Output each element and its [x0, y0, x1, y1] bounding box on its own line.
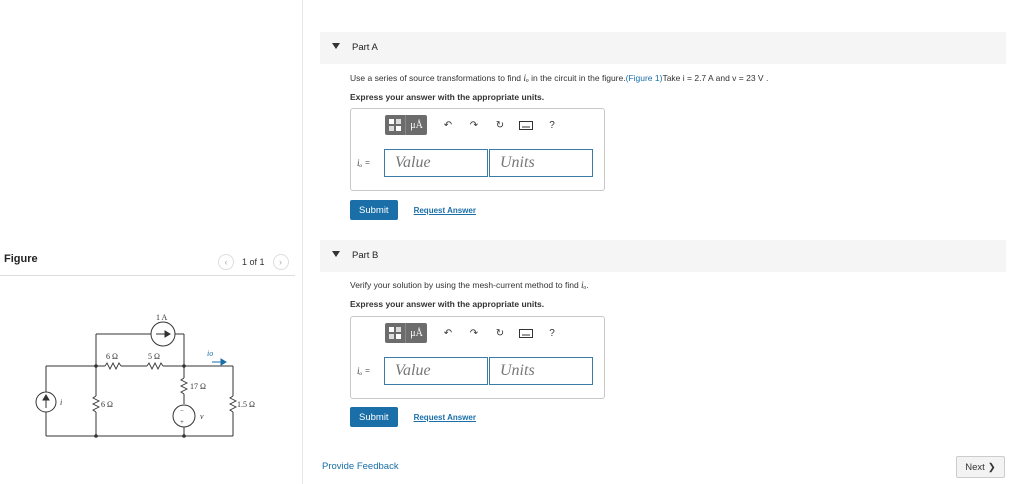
part-b-var-label: iₒ = [357, 366, 371, 376]
part-b-input-row: iₒ = Value Units [357, 357, 593, 385]
part-b-question: Verify your solution by using the mesh-c… [350, 280, 589, 291]
part-b-submit-button[interactable]: Submit [350, 407, 398, 427]
undo-icon[interactable]: ↶ [437, 323, 459, 343]
units-icon[interactable]: μÅ [405, 323, 427, 343]
part-b-title: Part B [352, 250, 379, 261]
part-a-submit-button[interactable]: Submit [350, 200, 398, 220]
templates-icon[interactable] [385, 323, 405, 343]
part-a-input-row: iₒ = Value Units [357, 149, 593, 177]
caret-down-icon [332, 43, 340, 49]
label-17ohm: 17 Ω [190, 382, 206, 391]
figure-title: Figure [4, 253, 38, 265]
label-io: io [207, 349, 213, 358]
figure-pager: ‹ 1 of 1 › [218, 254, 289, 270]
reset-icon[interactable]: ↻ [489, 115, 511, 135]
svg-text:−: − [180, 407, 184, 415]
part-b-question-text: Verify your solution by using the mesh-c… [350, 280, 582, 290]
part-a-header[interactable]: Part A [320, 32, 1006, 64]
part-b-actions: Submit Request Answer [350, 407, 476, 427]
part-a-question-mid: in the circuit in the figure. [528, 73, 626, 83]
part-a-question-text: Use a series of source transformations t… [350, 73, 524, 83]
keyboard-icon[interactable] [515, 115, 537, 135]
label-5ohm: 5 Ω [148, 352, 160, 361]
part-a-title: Part A [352, 42, 378, 53]
part-b-question-end: . [586, 280, 589, 290]
figure-header: Figure ‹ 1 of 1 › [0, 250, 295, 276]
part-a-answer-box: μÅ ↶ ↷ ↻ ? iₒ = Value Units [350, 108, 605, 191]
label-i: i [60, 398, 62, 407]
part-a-question: Use a series of source transformations t… [350, 73, 768, 84]
chevron-left-icon[interactable]: ‹ [218, 254, 234, 270]
part-b-answer-box: μÅ ↶ ↷ ↻ ? iₒ = Value Units [350, 316, 605, 399]
part-a-question-values: Take i = 2.7 A and v = 23 V . [662, 73, 769, 83]
part-b-value-input[interactable]: Value [384, 357, 488, 385]
part-a-express: Express your answer with the appropriate… [350, 92, 545, 102]
caret-down-icon [332, 251, 340, 257]
question-pane: Part A Use a series of source transforma… [304, 0, 1024, 484]
circuit-diagram: 1 A 6 Ω 5 Ω 17 Ω 6 Ω 1.5 Ω i v io − + [35, 313, 255, 438]
chevron-right-icon[interactable]: › [272, 254, 289, 270]
svg-text:+: + [180, 418, 184, 426]
redo-icon[interactable]: ↷ [463, 323, 485, 343]
reset-icon[interactable]: ↻ [489, 323, 511, 343]
next-label: Next [965, 461, 985, 473]
part-b-units-input[interactable]: Units [489, 357, 593, 385]
part-b-toolbar: μÅ ↶ ↷ ↻ ? [385, 323, 563, 343]
part-a-var-label: iₒ = [357, 158, 371, 168]
label-v: v [200, 412, 204, 421]
help-icon[interactable]: ? [541, 115, 563, 135]
part-a-request-answer-link[interactable]: Request Answer [414, 206, 476, 215]
redo-icon[interactable]: ↷ [463, 115, 485, 135]
label-6ohm: 6 Ω [106, 352, 118, 361]
part-a-value-input[interactable]: Value [384, 149, 488, 177]
provide-feedback-link[interactable]: Provide Feedback [322, 461, 399, 472]
undo-icon[interactable]: ↶ [437, 115, 459, 135]
part-a-toolbar: μÅ ↶ ↷ ↻ ? [385, 115, 563, 135]
help-icon[interactable]: ? [541, 323, 563, 343]
figure-pane: Figure ‹ 1 of 1 › 1 A 6 Ω 5 Ω 17 Ω 6 Ω 1… [0, 0, 303, 484]
part-a-units-input[interactable]: Units [489, 149, 593, 177]
part-b-request-answer-link[interactable]: Request Answer [414, 413, 476, 422]
label-6ohm-vertical: 6 Ω [101, 400, 113, 409]
templates-icon[interactable] [385, 115, 405, 135]
label-1-5ohm: 1.5 Ω [237, 400, 255, 409]
units-icon[interactable]: μÅ [405, 115, 427, 135]
chevron-right-icon: ❯ [987, 461, 996, 473]
label-1a: 1 A [156, 313, 168, 322]
figure-1-link[interactable]: (Figure 1) [626, 73, 663, 83]
next-button[interactable]: Next ❯ [956, 456, 1005, 478]
part-b-header[interactable]: Part B [320, 240, 1006, 272]
part-a-actions: Submit Request Answer [350, 200, 476, 220]
keyboard-icon[interactable] [515, 323, 537, 343]
pager-text: 1 of 1 [242, 257, 265, 267]
part-b-express: Express your answer with the appropriate… [350, 299, 545, 309]
